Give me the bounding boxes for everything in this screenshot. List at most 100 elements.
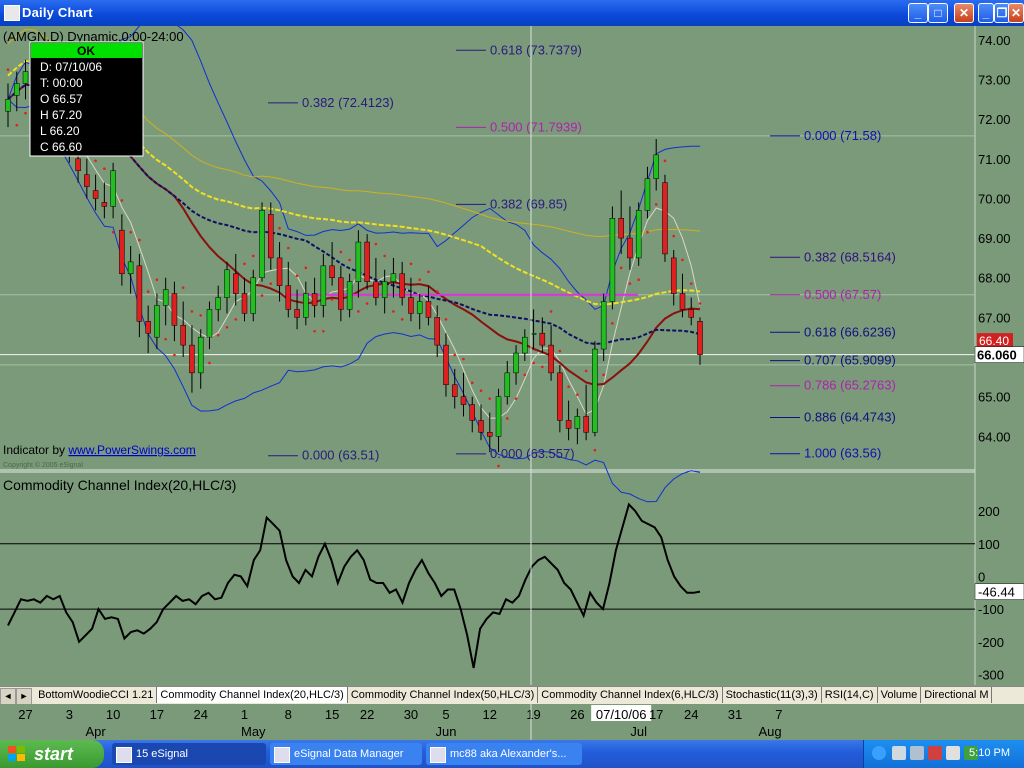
sar-dot [190,310,194,313]
candle-body [206,309,213,338]
month-label: Jun [435,724,456,739]
tab-volume[interactable]: Volume [878,687,922,703]
close-button[interactable]: ✕ [954,3,974,23]
candle-body [215,297,221,310]
sar-dot [304,266,308,270]
sar-dot [216,333,220,337]
candle-body [644,178,651,211]
tab-cci-50[interactable]: Commodity Channel Index(50,HLC/3) [348,687,539,703]
data-window-date: D: 07/10/06 [40,60,102,74]
candle-body [381,281,388,298]
powerswings-link[interactable]: www.PowerSwings.com [67,443,195,457]
cci-tick-label: -300 [978,667,1004,682]
fib-label: 0.500 (67.57) [804,287,881,302]
date-tick-label: 27 [18,707,32,722]
task-browser[interactable]: mc88 aka Alexander's... [426,743,582,765]
sar-dot [514,397,518,400]
tray-security-icon[interactable] [928,746,942,760]
candle-body [171,293,178,326]
candle-body [364,241,370,282]
taskbar: start 15 eSignal eSignal Data Manager mc… [0,740,1024,768]
candle-body [232,273,239,294]
candle-body [373,281,379,298]
price-tick-label: 65.00 [978,390,1011,405]
title-bar[interactable]: Daily Chart _ □ ✕ _ ❐ ✕ [0,0,1024,26]
candle-body [162,289,169,306]
inner-close-button[interactable]: ✕ [1008,3,1024,23]
sar-dot [278,226,281,230]
sar-dot [295,274,299,278]
sar-dot [225,325,229,329]
tray-network-icon[interactable] [892,746,906,760]
candle-body [460,396,467,405]
tab-cci-6[interactable]: Commodity Channel Index(6,HLC/3) [538,687,723,703]
candle-body [451,384,458,397]
sar-dot [348,258,351,262]
sar-dot [681,258,684,262]
task-data-manager[interactable]: eSignal Data Manager [270,743,422,765]
tray-monitor-icon[interactable] [910,746,924,760]
month-label: Jul [630,724,647,739]
inner-minimize-button[interactable]: _ [978,3,994,23]
candle-body [390,273,397,282]
tab-scroll-right[interactable]: ► [16,688,32,705]
tab-stochastic[interactable]: Stochastic(11(3),3) [723,687,822,703]
tab-bottom-woodie-cci[interactable]: BottomWoodieCCI 1.21 [35,687,158,703]
fib-label: 0.618 (73.7379) [490,42,582,57]
indicator-credit: Indicator by www.PowerSwings.com [3,443,196,457]
date-tick-label: 7 [775,707,782,722]
tray-arrow-icon[interactable] [872,746,886,760]
tab-scroll-left[interactable]: ◄ [0,688,16,705]
candle-body [600,301,607,350]
data-window[interactable]: OK D: 07/10/06 T: 00:00 O 66.57 H 67.20 … [29,41,144,157]
fib-label: 0.000 (71.58) [804,128,881,143]
chart-area[interactable]: 0.000 (63.51) 0.382 (72.4123) 0.000 (63.55… [0,18,1024,685]
candle-body [180,325,186,346]
tab-directional-movement[interactable]: Directional M [921,687,993,703]
sar-dot [576,393,579,396]
restore-button[interactable]: □ [928,3,948,23]
candle-body [250,277,257,314]
candle-body [609,218,616,302]
candle-body [5,99,11,112]
start-label: start [34,744,74,764]
sar-dot [392,310,395,313]
cci-tick-label: 200 [978,504,1000,519]
date-tick-label: 10 [106,707,120,722]
candle-body [539,332,546,346]
candle-body [338,277,344,310]
candle-body [119,229,125,275]
sar-dot [243,262,246,266]
fib-label: 0.382 (69.85) [490,196,567,211]
sar-dot [593,448,597,452]
sar-dot [111,230,115,234]
candle-body [92,190,99,199]
browser-icon [430,747,446,763]
sar-dot [427,270,430,274]
chart-canvas[interactable]: 0.000 (63.51) 0.382 (72.4123) 0.000 (63.55… [0,18,1024,685]
candle-body [268,214,274,259]
candle-body [136,265,143,322]
start-button[interactable]: start [0,740,104,768]
price-tick-label: 67.00 [978,310,1011,325]
date-tick-label: 19 [526,707,540,722]
sar-dot [435,290,439,293]
candle-body [101,202,108,207]
tab-rsi[interactable]: RSI(14,C) [822,687,878,703]
data-window-header[interactable]: OK [77,44,95,58]
candle-body [530,332,537,335]
price-tick-label: 70.00 [978,191,1011,206]
sar-dot [558,349,562,353]
sar-dot [339,250,343,254]
fib-label: 1.000 (63.56) [804,446,881,461]
minimize-button[interactable]: _ [908,3,928,23]
tray-volume-icon[interactable] [946,746,960,760]
date-tick-label: 15 [325,707,339,722]
date-tick-label: 3 [66,707,73,722]
task-esignal[interactable]: 15 eSignal [112,743,266,765]
tab-cci-20[interactable]: Commodity Channel Index(20,HLC/3) [157,687,348,703]
date-tick-label: 31 [728,707,742,722]
price-tick-label: 68.00 [978,271,1011,286]
candle-body [557,372,563,421]
sar-dot [628,282,632,285]
